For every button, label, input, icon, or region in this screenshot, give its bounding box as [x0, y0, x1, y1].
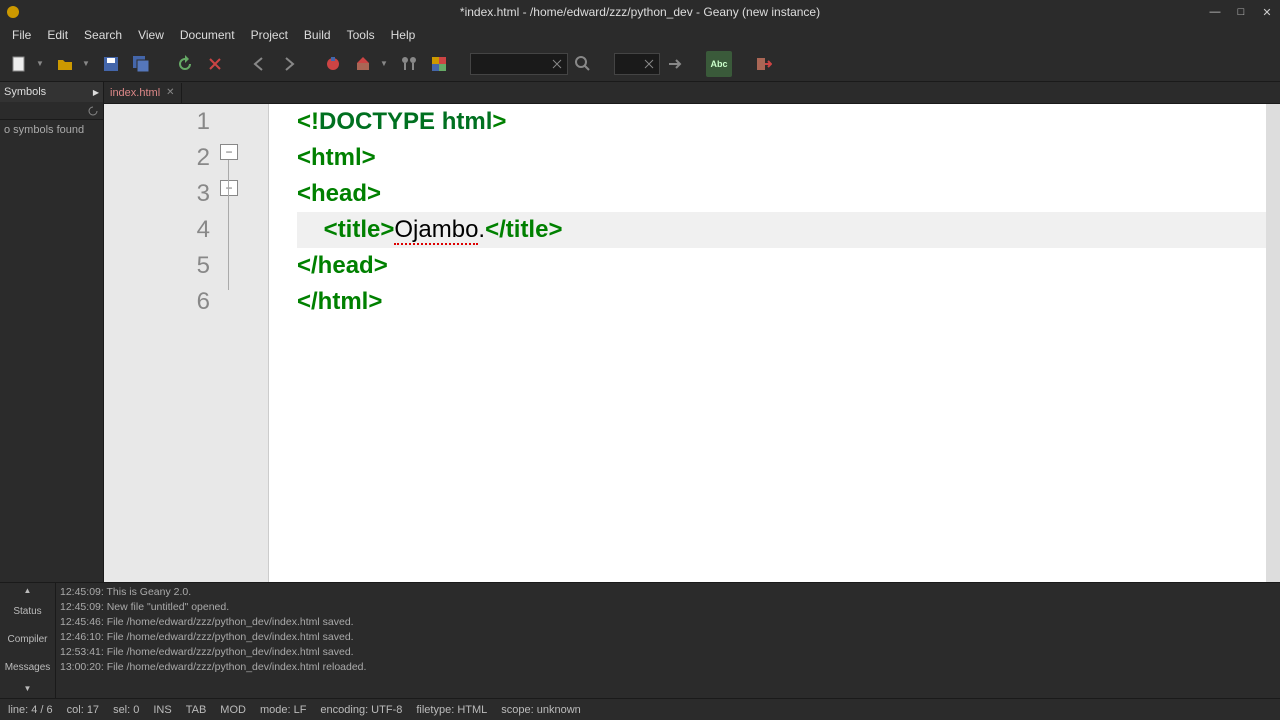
- close-file-button[interactable]: [202, 51, 228, 77]
- status-encoding: encoding: UTF-8: [320, 704, 402, 716]
- fold-toggle[interactable]: −: [220, 180, 238, 196]
- sidebar-tab-icon[interactable]: [0, 103, 83, 119]
- sidebar-header[interactable]: Symbols ▶: [0, 82, 103, 102]
- vertical-scrollbar[interactable]: [1266, 104, 1280, 582]
- color-chooser-button[interactable]: [426, 51, 452, 77]
- forward-button[interactable]: [276, 51, 302, 77]
- menu-view[interactable]: View: [130, 26, 172, 44]
- open-dropdown[interactable]: ▼: [82, 59, 94, 68]
- status-col: col: 17: [67, 704, 99, 716]
- code-line[interactable]: <!DOCTYPE html>: [297, 104, 1266, 140]
- panel-scroll-down-icon[interactable]: ▼: [0, 681, 55, 695]
- save-all-button[interactable]: [128, 51, 154, 77]
- statusbar: line: 4 / 6 col: 17 sel: 0 INS TAB MOD m…: [0, 698, 1280, 720]
- menubar: File Edit Search View Document Project B…: [0, 24, 1280, 46]
- menu-file[interactable]: File: [4, 26, 39, 44]
- sidebar-collapse-icon[interactable]: ▶: [93, 88, 99, 97]
- sidebar-content: o symbols found: [0, 120, 103, 582]
- messages-output: 12:45:09: This is Geany 2.0.12:45:09: Ne…: [56, 583, 1280, 698]
- panel-scroll-up-icon[interactable]: ▲: [0, 583, 55, 597]
- status-tab: TAB: [186, 704, 207, 716]
- menu-tools[interactable]: Tools: [339, 26, 383, 44]
- status-scope: scope: unknown: [501, 704, 581, 716]
- window-title: *index.html - /home/edward/zzz/python_de…: [460, 5, 820, 19]
- code-line[interactable]: <title>Ojambo.</title>: [297, 212, 1266, 248]
- quit-button[interactable]: [750, 51, 776, 77]
- run-button[interactable]: [396, 51, 422, 77]
- app-icon: [6, 5, 20, 19]
- code-line[interactable]: <html>: [297, 140, 1266, 176]
- code-editor[interactable]: 123456 − − <!DOCTYPE html><html><head> <…: [104, 104, 1280, 582]
- tab-close-icon[interactable]: ✕: [166, 87, 174, 98]
- code-line[interactable]: </head>: [297, 248, 1266, 284]
- status-mode: mode: LF: [260, 704, 306, 716]
- menu-document[interactable]: Document: [172, 26, 243, 44]
- reload-button[interactable]: [172, 51, 198, 77]
- goto-button[interactable]: [662, 51, 688, 77]
- build-dropdown[interactable]: ▼: [380, 59, 392, 68]
- status-filetype: filetype: HTML: [416, 704, 487, 716]
- goto-clear-icon[interactable]: [640, 51, 658, 77]
- open-button[interactable]: [52, 51, 78, 77]
- panel-tab-compiler[interactable]: Compiler: [0, 625, 55, 653]
- menu-project[interactable]: Project: [243, 26, 296, 44]
- bottom-panel: ▲ Status Compiler Messages ▼ 12:45:09: T…: [0, 582, 1280, 698]
- status-mod: MOD: [220, 704, 246, 716]
- panel-tab-status[interactable]: Status: [0, 597, 55, 625]
- sidebar-title: Symbols: [4, 86, 46, 98]
- save-button[interactable]: [98, 51, 124, 77]
- search-clear-icon[interactable]: [548, 51, 566, 77]
- status-ins: INS: [153, 704, 171, 716]
- sidebar: Symbols ▶ o symbols found: [0, 82, 104, 582]
- tabs-bar: index.html ✕: [104, 82, 1280, 104]
- sidebar-refresh-icon[interactable]: [83, 103, 103, 119]
- maximize-button[interactable]: □: [1232, 3, 1250, 21]
- spell-check-button[interactable]: Abc: [706, 51, 732, 77]
- menu-edit[interactable]: Edit: [39, 26, 76, 44]
- minimize-button[interactable]: —: [1206, 3, 1224, 21]
- find-button[interactable]: [570, 51, 596, 77]
- code-line[interactable]: </html>: [297, 284, 1266, 320]
- status-line: line: 4 / 6: [8, 704, 53, 716]
- menu-help[interactable]: Help: [383, 26, 424, 44]
- status-sel: sel: 0: [113, 704, 139, 716]
- menu-search[interactable]: Search: [76, 26, 130, 44]
- fold-toggle[interactable]: −: [220, 144, 238, 160]
- tab-filename: index.html: [110, 87, 160, 99]
- panel-tab-messages[interactable]: Messages: [0, 653, 55, 681]
- new-file-dropdown[interactable]: ▼: [36, 59, 48, 68]
- line-gutter: 123456 − −: [104, 104, 269, 582]
- compile-button[interactable]: [320, 51, 346, 77]
- toolbar: ▼ ▼ ▼ Abc: [0, 46, 1280, 82]
- menu-build[interactable]: Build: [296, 26, 339, 44]
- build-button[interactable]: [350, 51, 376, 77]
- titlebar: *index.html - /home/edward/zzz/python_de…: [0, 0, 1280, 24]
- file-tab[interactable]: index.html ✕: [104, 83, 182, 103]
- close-button[interactable]: ✕: [1258, 3, 1276, 21]
- code-line[interactable]: <head>: [297, 176, 1266, 212]
- back-button[interactable]: [246, 51, 272, 77]
- new-file-button[interactable]: [6, 51, 32, 77]
